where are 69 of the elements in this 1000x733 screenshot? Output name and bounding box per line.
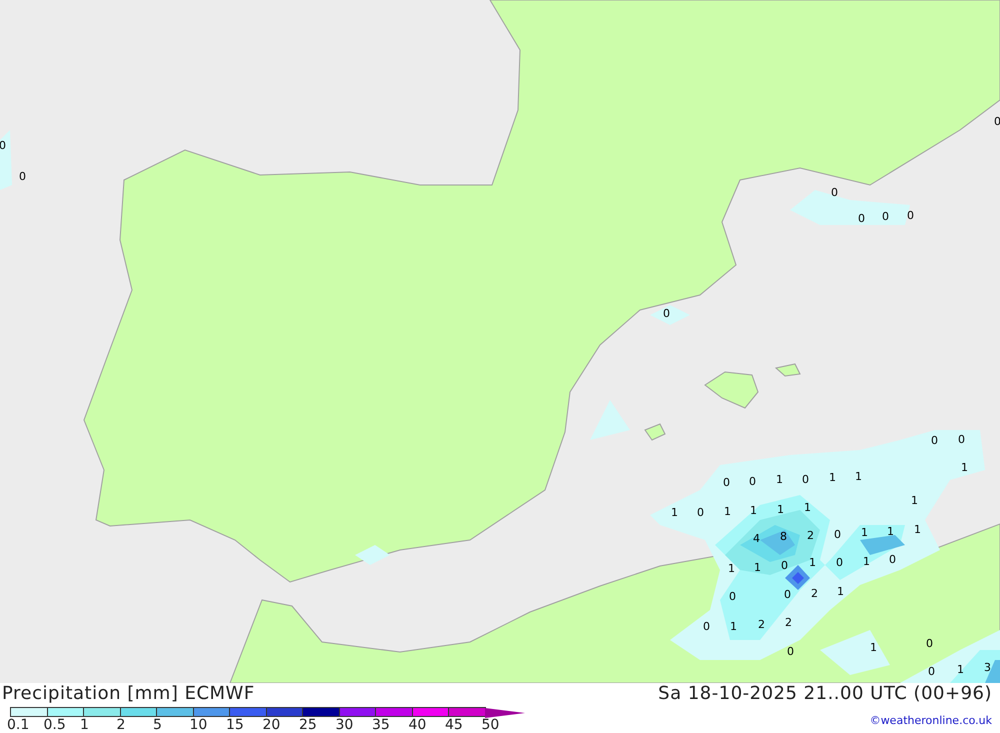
- value-label: 0: [802, 474, 809, 486]
- value-label: 1: [837, 586, 844, 598]
- legend-label: 45: [445, 717, 463, 733]
- value-label: 0: [926, 638, 933, 650]
- value-label: 1: [776, 474, 783, 486]
- value-label: 0: [831, 187, 838, 199]
- legend-label: 1: [80, 717, 89, 733]
- value-label: 2: [811, 588, 818, 600]
- value-label: 0: [723, 477, 730, 489]
- legend-label: 25: [299, 717, 317, 733]
- value-label: 1: [887, 526, 894, 538]
- legend-label: 50: [482, 717, 500, 733]
- legend-label: 0.1: [7, 717, 30, 733]
- value-label: 2: [785, 617, 792, 629]
- value-label: 0: [697, 507, 704, 519]
- legend-label: 20: [262, 717, 280, 733]
- value-label: 0: [781, 560, 788, 572]
- value-label: 0: [834, 529, 841, 541]
- value-label: 0: [882, 211, 889, 223]
- value-label: 4: [753, 533, 760, 545]
- value-label: 1: [804, 502, 811, 514]
- value-label: 0: [784, 589, 791, 601]
- legend-label: 15: [226, 717, 244, 733]
- value-label: 8: [780, 531, 787, 543]
- value-label: 0: [889, 554, 896, 566]
- legend-label: 30: [336, 717, 354, 733]
- value-label: 3: [984, 662, 991, 674]
- value-label: 0: [19, 171, 26, 183]
- value-label: 2: [807, 530, 814, 542]
- credit-link[interactable]: ©weatheronline.co.uk: [870, 713, 992, 730]
- valid-time: Sa 18-10-2025 21..00 UTC (00+96): [658, 683, 992, 705]
- value-label: 0: [787, 646, 794, 658]
- value-label: 1: [870, 642, 877, 654]
- value-label: 0: [928, 666, 935, 678]
- legend-title: Precipitation [mm] ECMWF: [2, 683, 256, 705]
- value-label: 1: [754, 562, 761, 574]
- value-label: 0: [663, 308, 670, 320]
- value-label: 1: [777, 504, 784, 516]
- value-label: 1: [724, 506, 731, 518]
- value-label: 1: [750, 505, 757, 517]
- value-label: 1: [809, 557, 816, 569]
- value-label: 2: [758, 619, 765, 631]
- value-label: 0: [994, 116, 1000, 128]
- value-label: 0: [0, 140, 6, 152]
- value-label: 1: [957, 664, 964, 676]
- value-label: 1: [728, 563, 735, 575]
- legend-label: 40: [408, 717, 426, 733]
- value-label: 0: [703, 621, 710, 633]
- value-label: 0: [729, 591, 736, 603]
- value-label: 0: [931, 435, 938, 447]
- value-label: 0: [907, 210, 914, 222]
- value-label: 1: [911, 495, 918, 507]
- value-label: 1: [829, 472, 836, 484]
- value-label: 1: [861, 527, 868, 539]
- legend-label: 10: [190, 717, 208, 733]
- legend-label: 0.5: [44, 717, 66, 733]
- value-label: 1: [863, 556, 870, 568]
- legend-label: 2: [116, 717, 126, 733]
- value-label: 1: [671, 507, 678, 519]
- value-label: 0: [836, 557, 843, 569]
- value-label: 1: [914, 524, 921, 536]
- value-label: 1: [730, 621, 737, 633]
- value-label: 1: [855, 471, 862, 483]
- value-label: 0: [958, 434, 965, 446]
- value-label: 1: [961, 462, 968, 474]
- legend-label: 35: [372, 717, 390, 733]
- value-label: 0: [858, 213, 865, 225]
- legend-label: 5: [153, 717, 162, 733]
- value-label: 0: [749, 476, 756, 488]
